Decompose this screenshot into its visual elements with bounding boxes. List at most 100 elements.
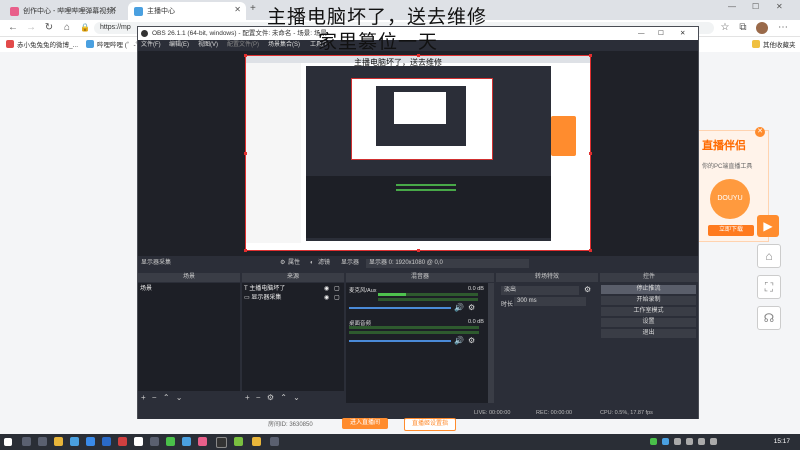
bookmark-item[interactable]: 赤小兔兔兔的微博_... [6, 39, 78, 49]
close-icon[interactable]: ✕ [110, 5, 117, 14]
menu-edit[interactable]: 编辑(E) [169, 40, 189, 51]
mixer-scrollbar[interactable] [488, 283, 494, 403]
gear-icon[interactable]: ⚙ [468, 303, 475, 312]
resize-handle[interactable] [244, 54, 247, 57]
close-window-button[interactable]: ✕ [776, 2, 783, 11]
search-icon[interactable] [22, 437, 31, 446]
maximize-button[interactable]: ☐ [752, 2, 759, 11]
settings-button[interactable]: 设置 [601, 318, 696, 327]
resize-handle[interactable] [589, 249, 592, 252]
network-icon[interactable] [698, 438, 705, 445]
tray-icon[interactable] [686, 438, 693, 445]
forward-icon[interactable]: → [24, 21, 38, 35]
eye-icon[interactable]: ◉ [324, 285, 329, 292]
chrome-icon[interactable] [86, 437, 95, 446]
speaker-icon[interactable]: 🔊 [454, 336, 464, 345]
tray-icon[interactable] [650, 438, 657, 445]
taskbar-clock[interactable]: 15:17 [774, 434, 790, 450]
app-icon[interactable] [182, 437, 191, 446]
other-bookmarks[interactable]: 其他收藏夹 [752, 39, 796, 49]
wechat-icon[interactable] [166, 437, 175, 446]
star-icon[interactable]: ☆ [718, 21, 732, 35]
up-icon[interactable]: ⌃ [163, 393, 170, 402]
transition-select[interactable]: 淡出 [501, 286, 579, 295]
avatar[interactable] [756, 22, 768, 34]
remove-icon[interactable]: − [256, 393, 261, 402]
resize-handle[interactable] [244, 152, 247, 155]
livehime-settings-button[interactable]: 直播姬设置指 [404, 418, 456, 431]
app-icon[interactable] [102, 437, 111, 446]
tab-creator-center[interactable]: 创作中心 - 哔哩哔哩弹幕视频网 - ... ✕ [4, 2, 122, 20]
app-icon[interactable] [198, 437, 207, 446]
collections-icon[interactable]: ⧉ [736, 21, 750, 35]
stop-stream-button[interactable]: 停止推流 [601, 285, 696, 294]
resize-handle[interactable] [589, 54, 592, 57]
gear-icon[interactable]: ⚙ [584, 285, 591, 294]
lock-icon[interactable]: ▢ [334, 294, 340, 301]
speaker-icon[interactable]: 🔊 [454, 303, 464, 312]
up-icon[interactable]: ⌃ [280, 393, 287, 402]
app-icon[interactable] [234, 437, 243, 446]
minimize-button[interactable]: — [728, 2, 736, 11]
tray-icon[interactable] [674, 438, 681, 445]
home-icon[interactable]: ⌂ [60, 21, 74, 35]
add-icon[interactable]: + [141, 393, 146, 402]
exit-button[interactable]: 退出 [601, 329, 696, 338]
maximize-button[interactable]: ☐ [658, 27, 664, 40]
app-icon[interactable] [270, 437, 279, 446]
app-icon[interactable] [150, 437, 159, 446]
preview-canvas[interactable]: 主播电脑坏了，送去维修 [245, 55, 591, 251]
file-explorer-icon[interactable] [54, 437, 63, 446]
volume-icon[interactable] [710, 438, 717, 445]
bookmark-item[interactable]: 哔哩哔哩 (゜-゜) [86, 39, 144, 49]
headset-icon[interactable]: ☊ [757, 306, 781, 330]
tray-icon[interactable] [662, 438, 669, 445]
resize-handle[interactable] [244, 249, 247, 252]
minimize-button[interactable]: — [638, 27, 645, 40]
resize-handle[interactable] [589, 152, 592, 155]
windows-start-icon[interactable] [4, 438, 12, 446]
obs-icon[interactable] [216, 437, 227, 448]
menu-view[interactable]: 视图(V) [198, 40, 218, 51]
eye-icon[interactable]: ◉ [324, 294, 329, 301]
tab-streamer-center[interactable]: 主播中心 ✕ [128, 2, 246, 20]
app-icon[interactable] [252, 437, 261, 446]
more-icon[interactable]: ⋯ [776, 21, 790, 35]
edge-icon[interactable] [70, 437, 79, 446]
down-icon[interactable]: ⌄ [293, 393, 300, 402]
reload-icon[interactable]: ↻ [42, 21, 56, 35]
source-item[interactable]: ▭ 显示器采集 [244, 294, 281, 302]
duration-input[interactable]: 300 ms [514, 297, 586, 306]
app-icon[interactable] [134, 437, 143, 446]
gear-icon[interactable]: ⚙ [280, 258, 285, 269]
close-icon[interactable]: ✕ [234, 5, 241, 14]
menu-profile[interactable]: 配置文件(P) [227, 40, 259, 51]
resize-handle[interactable] [417, 249, 420, 252]
gear-icon[interactable]: ⚙ [468, 336, 475, 345]
filter-icon[interactable]: ◐ [310, 258, 314, 269]
fullscreen-icon[interactable]: ⛶ [757, 275, 781, 299]
resize-handle[interactable] [417, 54, 420, 57]
task-view-icon[interactable] [38, 437, 47, 446]
properties-button[interactable]: 属性 [288, 258, 300, 269]
remove-icon[interactable]: − [152, 393, 157, 402]
menu-file[interactable]: 文件(F) [141, 40, 161, 51]
ad-close-icon[interactable]: ✕ [755, 127, 765, 137]
scene-item[interactable]: 场景 [140, 285, 152, 293]
display-select[interactable]: 显示器 0: 1920x1080 @ 0,0 [366, 259, 529, 268]
home-icon[interactable]: ⌂ [757, 244, 781, 268]
down-icon[interactable]: ⌄ [176, 393, 183, 402]
gear-icon[interactable]: ⚙ [267, 393, 274, 402]
studio-mode-button[interactable]: 工作室模式 [601, 307, 696, 316]
volume-slider[interactable] [349, 340, 451, 342]
filters-button[interactable]: 滤镜 [318, 258, 330, 269]
close-window-button[interactable]: ✕ [680, 27, 685, 40]
back-icon[interactable]: ← [6, 21, 20, 35]
start-recording-button[interactable]: 开始录制 [601, 296, 696, 305]
volume-slider[interactable] [349, 307, 451, 309]
enter-room-button[interactable]: 进入直播间 [342, 418, 388, 429]
menu-scene-collection[interactable]: 场景集合(S) [268, 40, 300, 51]
add-icon[interactable]: + [245, 393, 250, 402]
lock-icon[interactable]: ▢ [334, 285, 340, 292]
source-item[interactable]: T 主播电脑坏了 [244, 285, 285, 293]
